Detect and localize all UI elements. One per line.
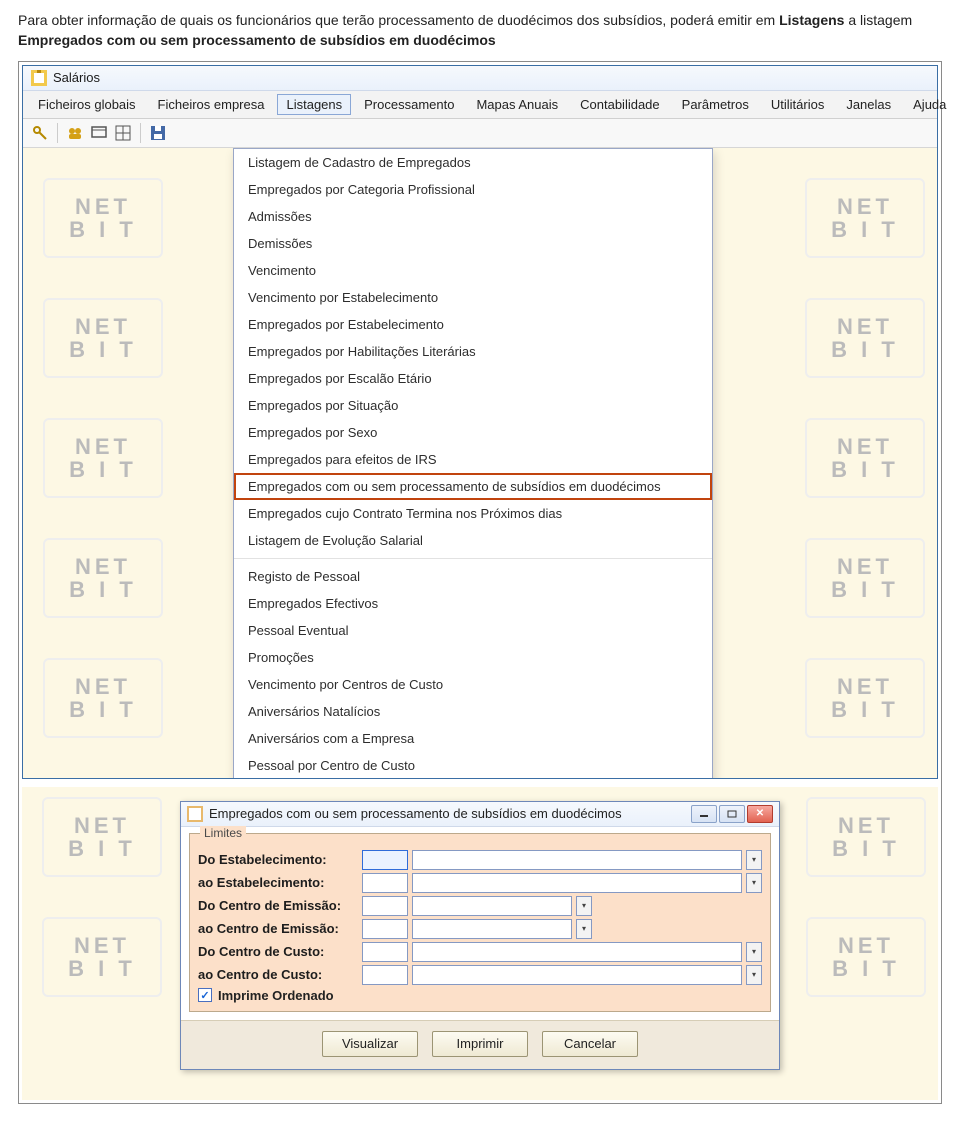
dropdown-item[interactable]: Empregados por Categoria Profissional: [234, 176, 712, 203]
input-ao-estab-code[interactable]: [362, 873, 408, 893]
dropdown-item[interactable]: Registo de Pessoal: [234, 563, 712, 590]
menu-item-listagens[interactable]: Listagens: [277, 94, 351, 115]
lbl-ao-estab: ao Estabelecimento:: [198, 875, 358, 890]
dropdown-item[interactable]: Empregados por Sexo: [234, 419, 712, 446]
dropdown-item[interactable]: Admissões: [234, 203, 712, 230]
lbl-do-estab: Do Estabelecimento:: [198, 852, 358, 867]
intro-text: Para obter informação de quais os funcio…: [18, 10, 942, 51]
dropdown-item[interactable]: Empregados Efectivos: [234, 590, 712, 617]
key-icon[interactable]: [31, 124, 49, 142]
dialog-button-row: Visualizar Imprimir Cancelar: [181, 1020, 779, 1069]
client-area: NETB I T NETB I T NETB I T NETB I T NETB…: [23, 148, 937, 778]
input-ao-emissao-name[interactable]: [412, 919, 572, 939]
title-bar: Salários: [23, 66, 937, 91]
minimize-button[interactable]: [691, 805, 717, 823]
dropdown-item[interactable]: Vencimento por Estabelecimento: [234, 284, 712, 311]
dialog-area: NETB I T NETB I T NETB I T NETB I T Empr…: [22, 787, 938, 1100]
dropdown-ao-emissao[interactable]: ▾: [576, 919, 592, 939]
dialog-title-bar: Empregados com ou sem processamento de s…: [181, 802, 779, 827]
input-ao-emissao-code[interactable]: [362, 919, 408, 939]
dropdown-item[interactable]: Vencimento por Centros de Custo: [234, 671, 712, 698]
menu-item-processamento[interactable]: Processamento: [355, 94, 463, 115]
app-title: Salários: [53, 70, 100, 85]
menu-bar: Ficheiros globaisFicheiros empresaListag…: [23, 91, 937, 119]
dropdown-item[interactable]: Empregados por Habilitações Literárias: [234, 338, 712, 365]
dialog-title: Empregados com ou sem processamento de s…: [209, 806, 685, 821]
menu-item-janelas[interactable]: Janelas: [837, 94, 900, 115]
input-do-emissao-name[interactable]: [412, 896, 572, 916]
dropdown-item[interactable]: Vencimento: [234, 257, 712, 284]
input-do-estab-code[interactable]: [362, 850, 408, 870]
dropdown-separator: [234, 558, 712, 559]
listagens-dropdown: Listagem de Cadastro de EmpregadosEmpreg…: [233, 148, 713, 778]
checkbox-imprime-ordenado[interactable]: ✓: [198, 988, 212, 1002]
imprimir-button[interactable]: Imprimir: [432, 1031, 528, 1057]
menu-item-utilitários[interactable]: Utilitários: [762, 94, 833, 115]
maximize-button[interactable]: [719, 805, 745, 823]
close-button[interactable]: ✕: [747, 805, 773, 823]
dropdown-do-custo[interactable]: ▾: [746, 942, 762, 962]
dropdown-item[interactable]: Empregados cujo Contrato Termina nos Pró…: [234, 500, 712, 527]
dropdown-item[interactable]: Empregados por Estabelecimento: [234, 311, 712, 338]
menu-item-ajuda[interactable]: Ajuda: [904, 94, 955, 115]
dropdown-item[interactable]: Promoções: [234, 644, 712, 671]
menu-item-ficheiros-empresa[interactable]: Ficheiros empresa: [149, 94, 274, 115]
screen-icon[interactable]: [90, 124, 108, 142]
lbl-imprime-ordenado: Imprime Ordenado: [218, 988, 334, 1003]
app-icon: [31, 70, 47, 86]
input-do-custo-name[interactable]: [412, 942, 742, 962]
menu-item-ficheiros-globais[interactable]: Ficheiros globais: [29, 94, 145, 115]
dropdown-item[interactable]: Aniversários Natalícios: [234, 698, 712, 725]
dialog-window: Empregados com ou sem processamento de s…: [180, 801, 780, 1070]
input-ao-estab-name[interactable]: [412, 873, 742, 893]
dropdown-item[interactable]: Pessoal Eventual: [234, 617, 712, 644]
dropdown-item[interactable]: Listagem de Evolução Salarial: [234, 527, 712, 554]
lbl-do-emissao: Do Centro de Emissão:: [198, 898, 358, 913]
menu-item-parâmetros[interactable]: Parâmetros: [673, 94, 758, 115]
input-do-estab-name[interactable]: [412, 850, 742, 870]
limites-group: Limites Do Estabelecimento: ▾ ao Estabel…: [189, 833, 771, 1012]
dropdown-item[interactable]: Aniversários com a Empresa: [234, 725, 712, 752]
dropdown-ao-estab[interactable]: ▾: [746, 873, 762, 893]
toolbar: [23, 119, 937, 148]
lbl-ao-custo: ao Centro de Custo:: [198, 967, 358, 982]
input-do-custo-code[interactable]: [362, 942, 408, 962]
dropdown-do-emissao[interactable]: ▾: [576, 896, 592, 916]
lbl-do-custo: Do Centro de Custo:: [198, 944, 358, 959]
lbl-ao-emissao: ao Centro de Emissão:: [198, 921, 358, 936]
dropdown-item[interactable]: Empregados por Situação: [234, 392, 712, 419]
disk-icon[interactable]: [149, 124, 167, 142]
dropdown-item[interactable]: Empregados para efeitos de IRS: [234, 446, 712, 473]
dropdown-item[interactable]: Demissões: [234, 230, 712, 257]
cancelar-button[interactable]: Cancelar: [542, 1031, 638, 1057]
group-icon[interactable]: [66, 124, 84, 142]
dropdown-item[interactable]: Empregados por Escalão Etário: [234, 365, 712, 392]
dropdown-item[interactable]: Pessoal por Centro de Custo: [234, 752, 712, 778]
menu-item-mapas-anuais[interactable]: Mapas Anuais: [467, 94, 567, 115]
dialog-icon: [187, 806, 203, 822]
grid-icon[interactable]: [114, 124, 132, 142]
app-window: Salários Ficheiros globaisFicheiros empr…: [22, 65, 938, 779]
group-title: Limites: [200, 826, 246, 840]
dropdown-item[interactable]: Listagem de Cadastro de Empregados: [234, 149, 712, 176]
menu-item-contabilidade[interactable]: Contabilidade: [571, 94, 669, 115]
screenshot-frame: Salários Ficheiros globaisFicheiros empr…: [18, 61, 942, 1104]
dropdown-item[interactable]: Empregados com ou sem processamento de s…: [234, 473, 712, 500]
visualizar-button[interactable]: Visualizar: [322, 1031, 418, 1057]
input-do-emissao-code[interactable]: [362, 896, 408, 916]
dropdown-do-estab[interactable]: ▾: [746, 850, 762, 870]
